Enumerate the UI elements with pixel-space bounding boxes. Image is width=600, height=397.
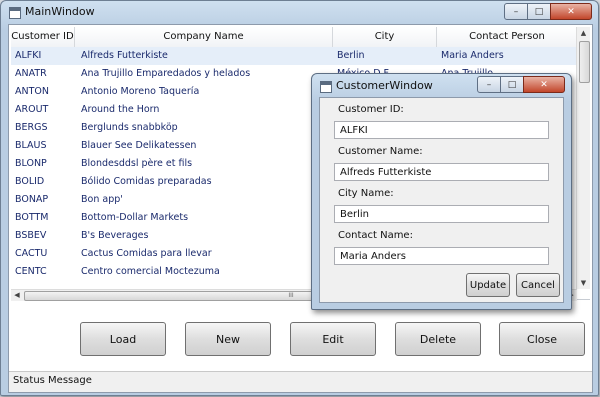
- customer-name-label: Customer Name:: [338, 146, 423, 157]
- action-button-bar: Load New Edit Delete Close: [9, 322, 592, 358]
- column-header-city[interactable]: City: [333, 27, 437, 47]
- cell-customer-id: BLAUS: [15, 140, 47, 151]
- column-header-customer-id[interactable]: Customer ID: [11, 27, 75, 47]
- new-button[interactable]: New: [185, 322, 271, 356]
- cell-company-name: Alfreds Futterkiste: [81, 50, 168, 61]
- cell-customer-id: BLONP: [15, 158, 47, 169]
- vertical-scrollbar[interactable]: ▲ ▼: [576, 27, 590, 289]
- cell-company-name: Cactus Comidas para llevar: [81, 248, 212, 259]
- scroll-left-icon[interactable]: ◀: [11, 290, 23, 301]
- customer-id-field[interactable]: [334, 121, 549, 139]
- cell-company-name: Berglunds snabbköp: [81, 122, 178, 133]
- update-button[interactable]: Update: [466, 273, 510, 297]
- maximize-button[interactable]: □: [527, 3, 551, 20]
- edit-button[interactable]: Edit: [290, 322, 376, 356]
- scroll-up-icon[interactable]: ▲: [577, 27, 590, 39]
- customer-caption-buttons: – □ ✕: [477, 76, 565, 93]
- cell-company-name: Ana Trujillo Emparedados y helados: [81, 68, 251, 79]
- cell-customer-id: BONAP: [15, 194, 49, 205]
- grid-header: Customer ID Company Name City Contact Pe…: [11, 27, 577, 48]
- customer-form: Customer ID: Customer Name: City Name: C…: [319, 97, 564, 303]
- contact-name-label: Contact Name:: [338, 230, 413, 241]
- cell-company-name: Blondesddsl père et fils: [81, 158, 193, 169]
- close-window-button[interactable]: ✕: [523, 76, 565, 93]
- status-bar: Status Message: [9, 371, 592, 392]
- minimize-icon: –: [513, 6, 519, 17]
- minimize-button[interactable]: –: [504, 3, 528, 20]
- close-icon: ✕: [540, 79, 548, 90]
- main-window-title: MainWindow: [25, 5, 95, 18]
- scroll-down-icon[interactable]: ▼: [577, 277, 590, 289]
- cell-company-name: Blauer See Delikatessen: [81, 140, 197, 151]
- cell-company-name: Bólido Comidas preparadas: [81, 176, 212, 187]
- close-window-button[interactable]: ✕: [550, 3, 592, 20]
- cell-city: Berlin: [337, 50, 365, 61]
- cell-customer-id: AROUT: [15, 104, 49, 115]
- vertical-scroll-thumb[interactable]: [579, 41, 590, 83]
- main-titlebar[interactable]: MainWindow – □ ✕: [1, 1, 598, 23]
- load-button[interactable]: Load: [80, 322, 166, 356]
- customer-id-label: Customer ID:: [338, 104, 404, 115]
- customer-name-field[interactable]: [334, 163, 549, 181]
- cell-customer-id: BSBEV: [15, 230, 47, 241]
- cell-company-name: Bon app': [81, 194, 123, 205]
- city-name-label: City Name:: [338, 188, 394, 199]
- minimize-button[interactable]: –: [477, 76, 501, 93]
- delete-button[interactable]: Delete: [395, 322, 481, 356]
- close-button[interactable]: Close: [499, 322, 585, 356]
- cell-company-name: Antonio Moreno Taquería: [81, 86, 200, 97]
- cell-company-name: B's Beverages: [81, 230, 149, 241]
- cancel-button[interactable]: Cancel: [516, 273, 560, 297]
- cell-company-name: Centro comercial Moctezuma: [81, 266, 220, 277]
- cell-company-name: Bottom-Dollar Markets: [81, 212, 189, 223]
- status-message: Status Message: [13, 375, 92, 386]
- cell-customer-id: BOTTM: [15, 212, 49, 223]
- main-caption-buttons: – □ ✕: [504, 3, 592, 20]
- maximize-button[interactable]: □: [500, 76, 524, 93]
- close-icon: ✕: [567, 6, 575, 17]
- column-header-contact-person[interactable]: Contact Person: [437, 27, 577, 47]
- customer-window-title: CustomerWindow: [336, 79, 433, 92]
- window-icon: [320, 81, 332, 93]
- maximize-icon: □: [534, 6, 544, 17]
- table-row[interactable]: ALFKI Alfreds Futterkiste Berlin Maria Ande…: [11, 47, 577, 65]
- cell-customer-id: ANTON: [15, 86, 49, 97]
- cell-customer-id: BOLID: [15, 176, 45, 187]
- customer-window: CustomerWindow – □ ✕ Customer ID: Custom…: [311, 73, 572, 310]
- cell-customer-id: ALFKI: [15, 50, 42, 61]
- minimize-icon: –: [486, 79, 492, 90]
- city-name-field[interactable]: [334, 205, 549, 223]
- cell-company-name: Around the Horn: [81, 104, 160, 115]
- cell-customer-id: ANATR: [15, 68, 47, 79]
- contact-name-field[interactable]: [334, 247, 549, 265]
- customer-titlebar[interactable]: CustomerWindow – □ ✕: [312, 74, 571, 96]
- window-icon: [9, 7, 21, 19]
- cell-customer-id: CENTC: [15, 266, 47, 277]
- column-header-company-name[interactable]: Company Name: [75, 27, 333, 47]
- maximize-icon: □: [507, 79, 517, 90]
- cell-customer-id: CACTU: [15, 248, 48, 259]
- cell-customer-id: BERGS: [15, 122, 48, 133]
- cell-contact-person: Maria Anders: [441, 50, 504, 61]
